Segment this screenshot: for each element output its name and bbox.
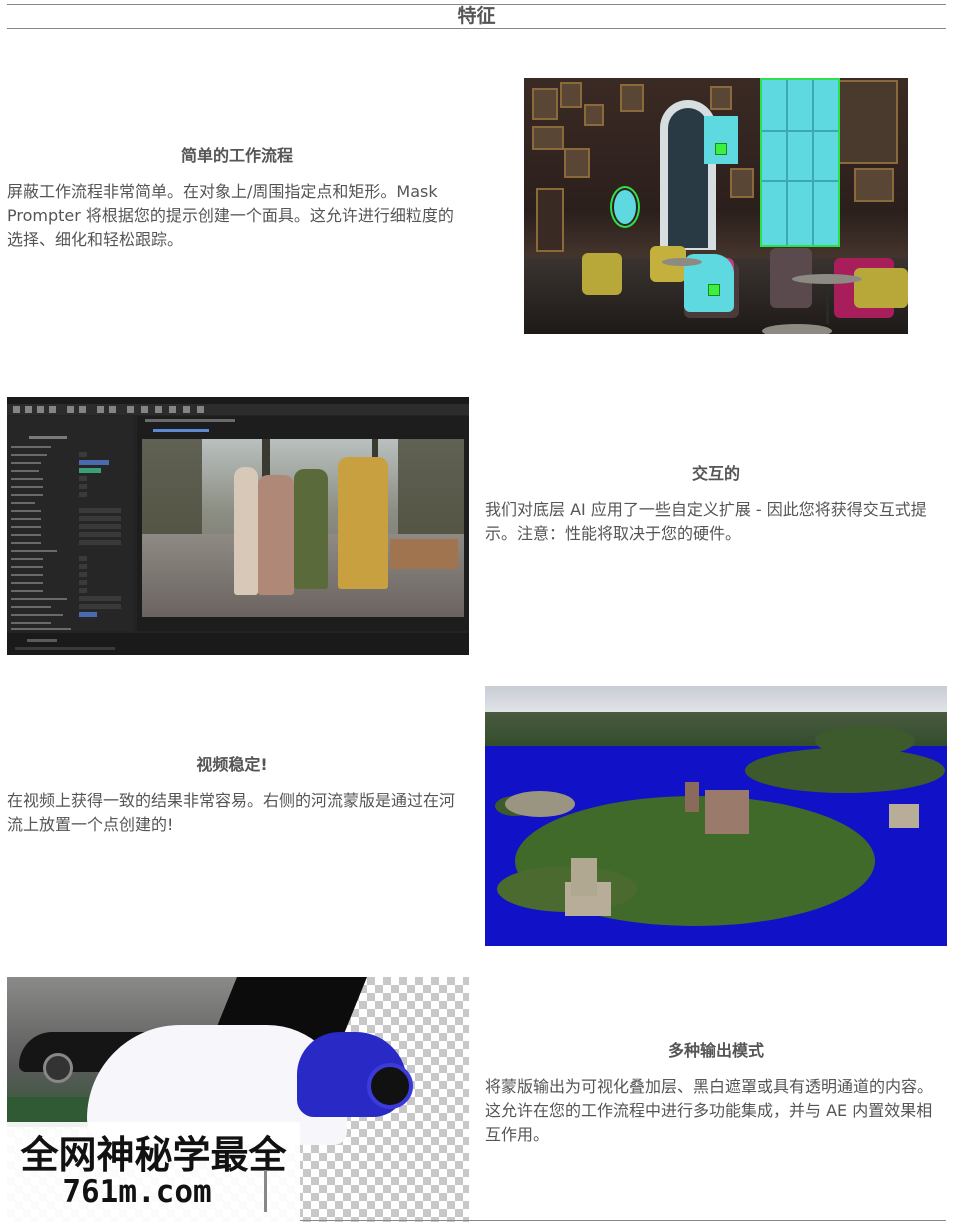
feature-text-outputs: 将蒙版输出为可视化叠加层、黑白遮罩或具有透明通道的内容。这允许在您的工作流程中进… [485, 1077, 934, 1144]
header-rule-bottom [7, 28, 946, 29]
ae-interface-image [7, 397, 469, 655]
page-title: 特征 [457, 5, 496, 27]
feature-heading-interactive: 交互的 [691, 464, 740, 483]
feature-text-interactive: 我们对底层 AI 应用了一些自定义扩展 - 因此您将获得交互式提示。注意：性能将… [485, 500, 927, 543]
feature-heading-stable: 视频稳定! [196, 755, 268, 774]
feature-text-stable: 在视频上获得一致的结果非常容易。右侧的河流蒙版是通过在河流上放置一个点创建的! [7, 791, 456, 834]
watermark-divider [264, 1170, 267, 1212]
bottom-rule [300, 1220, 946, 1221]
river-mask-image [485, 686, 947, 946]
cafe-mask-image [524, 78, 908, 334]
watermark-line1: 全网神秘学最全 [20, 1133, 287, 1177]
feature-heading-workflow: 简单的工作流程 [180, 146, 293, 165]
watermark-line2: 761m.com [62, 1174, 212, 1210]
watermark: 全网神秘学最全 761m.com [7, 1122, 300, 1223]
feature-text-workflow: 屏蔽工作流程非常简单。在对象上/周围指定点和矩形。Mask Prompter 将… [7, 182, 454, 249]
feature-heading-outputs: 多种输出模式 [667, 1041, 764, 1060]
